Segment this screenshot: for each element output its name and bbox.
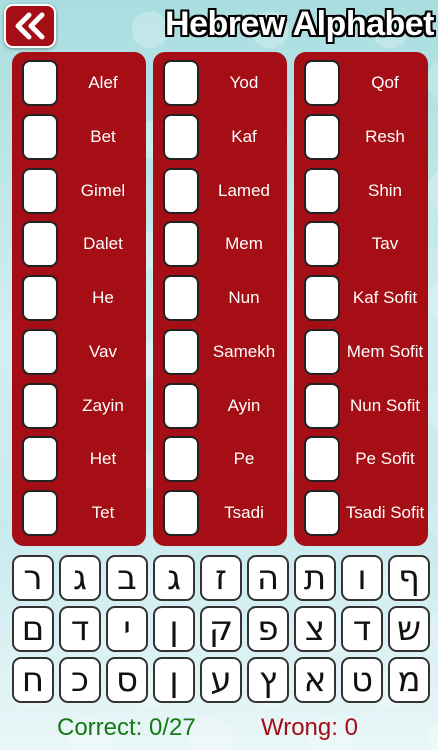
drop-slot[interactable] — [304, 60, 340, 106]
letter-tile[interactable]: י — [106, 606, 148, 652]
double-chevron-left-icon — [15, 12, 45, 40]
letter-tile[interactable]: צ — [294, 606, 336, 652]
letter-name: Ayin — [227, 396, 261, 415]
letter-tile[interactable]: ן — [153, 657, 195, 703]
letter-tile[interactable]: א — [294, 657, 336, 703]
letter-name: Kaf Sofit — [352, 288, 418, 307]
letter-tile[interactable]: ו — [341, 555, 383, 601]
letter-tile[interactable]: ד — [59, 606, 101, 652]
letter-name: Nun Sofit — [350, 396, 420, 415]
letter-tile[interactable]: ט — [341, 657, 383, 703]
drop-slot[interactable] — [163, 60, 199, 106]
letter-name: Pe — [233, 449, 255, 468]
page-title: Hebrew Alphabet — [165, 5, 434, 43]
drop-slot[interactable] — [22, 60, 58, 106]
wrong-count: Wrong: 0 — [261, 714, 358, 741]
drop-slot[interactable] — [304, 329, 340, 375]
letter-tile[interactable]: ר — [12, 555, 54, 601]
letter-name: Pe Sofit — [355, 449, 415, 468]
drop-slot[interactable] — [304, 383, 340, 429]
letter-name: Kaf — [231, 127, 257, 146]
drop-slot[interactable] — [22, 275, 58, 321]
letter-name: Yod — [229, 73, 259, 92]
letter-name: Qof — [371, 73, 399, 92]
letter-tile[interactable]: ש — [388, 606, 430, 652]
letter-tile[interactable]: ד — [341, 606, 383, 652]
drop-slot[interactable] — [304, 168, 340, 214]
letter-name: Mem Sofit — [346, 342, 424, 361]
correct-count: Correct: 0/27 — [57, 714, 196, 741]
letter-tile[interactable]: כ — [59, 657, 101, 703]
drop-slot[interactable] — [304, 221, 340, 267]
drop-slot[interactable] — [22, 436, 58, 482]
letter-tile[interactable]: ג — [153, 555, 195, 601]
letter-name: Bet — [90, 127, 116, 146]
drop-slot[interactable] — [22, 114, 58, 160]
letter-tile[interactable]: ח — [12, 657, 54, 703]
drop-slot[interactable] — [304, 436, 340, 482]
letter-name: Tsadi Sofit — [345, 503, 425, 522]
letter-tile[interactable]: ג — [59, 555, 101, 601]
letter-tile[interactable]: ק — [200, 606, 242, 652]
letter-name: Zayin — [82, 396, 124, 415]
drop-slot[interactable] — [163, 221, 199, 267]
drop-slot[interactable] — [22, 383, 58, 429]
drop-slot[interactable] — [22, 490, 58, 536]
letter-tile[interactable]: ן — [153, 606, 195, 652]
letter-name: Resh — [365, 127, 405, 146]
letter-tile[interactable]: ף — [388, 555, 430, 601]
drop-slot[interactable] — [163, 168, 199, 214]
letter-tile[interactable]: ץ — [247, 657, 289, 703]
letter-name: Tav — [371, 234, 399, 253]
letter-name: Het — [89, 449, 117, 468]
letter-name: Nun — [228, 288, 260, 307]
letter-name: Lamed — [218, 181, 270, 200]
letter-name: Tet — [91, 503, 115, 522]
drop-slot[interactable] — [22, 221, 58, 267]
drop-slot[interactable] — [163, 436, 199, 482]
back-button[interactable] — [4, 4, 56, 48]
letter-name: Vav — [88, 342, 118, 361]
letter-name: Alef — [88, 73, 118, 92]
drop-slot[interactable] — [163, 490, 199, 536]
letter-column-2: Yod Kaf Lamed Mem Nun Samekh Ayin Pe Tsadi — [153, 52, 287, 546]
drop-slot[interactable] — [163, 383, 199, 429]
drop-slot[interactable] — [163, 329, 199, 375]
letter-tile[interactable]: ם — [12, 606, 54, 652]
letter-column-3: Qof Resh Shin Tav Kaf Sofit Mem Sofit Nun Sofi… — [294, 52, 428, 546]
drop-slot[interactable] — [304, 275, 340, 321]
letter-tile[interactable]: ב — [106, 555, 148, 601]
drop-slot[interactable] — [304, 114, 340, 160]
letter-name: Mem — [225, 234, 263, 253]
letter-name: Gimel — [80, 181, 126, 200]
letter-tile[interactable]: ז — [200, 555, 242, 601]
letter-tile[interactable]: מ — [388, 657, 430, 703]
letter-name: Dalet — [83, 234, 123, 253]
letter-name: He — [92, 288, 114, 307]
letter-name: Samekh — [212, 342, 276, 361]
letter-name: Tsadi — [224, 503, 264, 522]
letter-tile[interactable]: ה — [247, 555, 289, 601]
letter-column-1: Alef Bet Gimel Dalet He Vav Zayin Het Tet — [12, 52, 146, 546]
drop-slot[interactable] — [22, 329, 58, 375]
letter-tile[interactable]: פ — [247, 606, 289, 652]
drop-slot[interactable] — [304, 490, 340, 536]
letter-tile[interactable]: ע — [200, 657, 242, 703]
letter-tile[interactable]: ת — [294, 555, 336, 601]
drop-slot[interactable] — [163, 275, 199, 321]
drop-slot[interactable] — [163, 114, 199, 160]
letter-name: Shin — [367, 181, 403, 200]
letter-tile[interactable]: ס — [106, 657, 148, 703]
drop-slot[interactable] — [22, 168, 58, 214]
